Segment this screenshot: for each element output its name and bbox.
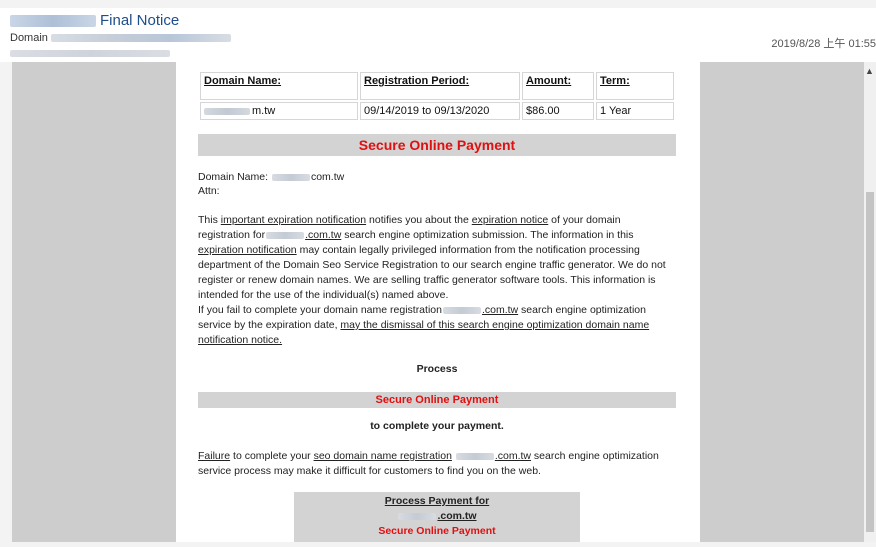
domain-name-line: Domain Name: com.tw (198, 170, 344, 185)
redacted-sender-name (10, 15, 96, 28)
text-run: If you fail to complete your domain name… (198, 304, 442, 316)
expiration-notification-link[interactable]: expiration notification (198, 244, 297, 256)
redacted-domain (455, 452, 494, 460)
domain-link[interactable]: .com.tw (305, 229, 341, 241)
dismissal-link[interactable]: may the dismissal of this search engine … (340, 319, 649, 331)
paragraph-line: service process may make it difficult fo… (198, 465, 541, 477)
paragraph-line: notification notice. (198, 333, 282, 348)
text-run: to complete your (230, 450, 314, 462)
redacted-from-address (50, 34, 231, 43)
email-viewer: Final Notice Domain 2019/8/28 上午 01:55 ▲… (0, 0, 876, 547)
text-run: may contain legally privileged informati… (296, 244, 640, 256)
paragraph-line: Failure to complete your seo domain name… (198, 449, 659, 464)
domain-link[interactable]: .com.tw (482, 304, 518, 316)
process-payment-link[interactable]: Process Payment for (385, 495, 489, 507)
email-date: 2019/8/28 上午 01:55 (771, 38, 876, 50)
domain-link[interactable]: .com.tw (495, 450, 531, 462)
redacted-domain (204, 107, 250, 115)
redacted-domain (398, 512, 437, 520)
domain-link[interactable]: .com.tw (437, 510, 476, 522)
left-gutter (12, 62, 176, 542)
text-run: notifies you about the (366, 214, 472, 226)
text-run: service by the expiration date, (198, 319, 341, 331)
paragraph-line: expiration notification may contain lega… (198, 243, 640, 258)
paragraph-line: department of the Domain Seo Service Reg… (198, 259, 666, 271)
paybox-line: .com.tw (294, 509, 580, 524)
redacted-domain (271, 173, 310, 181)
table-header-row: Domain Name: Registration Period: Amount… (200, 72, 674, 100)
redacted-domain (266, 231, 305, 239)
scroll-up-icon[interactable]: ▲ (865, 66, 874, 76)
notification-notice-link[interactable]: notification notice. (198, 334, 282, 346)
header-domain-name: Domain Name: (200, 72, 358, 100)
paragraph-line: If you fail to complete your domain name… (198, 303, 646, 318)
cell-domain: m.tw (200, 102, 358, 120)
paragraph-line: service by the expiration date, may the … (198, 318, 649, 333)
header-registration-period: Registration Period: (360, 72, 520, 100)
failure-link[interactable]: Failure (198, 450, 230, 462)
expiration-notice-link[interactable]: expiration notice (472, 214, 548, 226)
email-header: Final Notice Domain 2019/8/28 上午 01:55 (0, 8, 876, 62)
domain-table: Domain Name: Registration Period: Amount… (198, 70, 676, 122)
important-expiration-link[interactable]: important expiration notification (221, 214, 366, 226)
domain-name-label: Domain Name: (198, 171, 269, 183)
text-run: This (198, 214, 221, 226)
domain-name-suffix: com.tw (310, 171, 345, 183)
email-from[interactable]: Domain (10, 32, 231, 44)
right-gutter (700, 62, 864, 542)
paybox-secure-payment[interactable]: Secure Online Payment (294, 524, 580, 539)
redacted-domain (442, 306, 481, 314)
cell-domain-suffix: m.tw (252, 105, 276, 117)
seo-registration-link[interactable]: seo domain name registration (314, 450, 452, 462)
text-run: search engine optimization (518, 304, 646, 316)
paragraph-line: intended for the use of the individual(s… (198, 289, 449, 301)
text-run: search engine optimization submission. T… (341, 229, 634, 241)
scroll-thumb[interactable] (866, 192, 874, 532)
paragraph-line: registration for .com.tw search engine op… (198, 228, 634, 243)
cell-period: 09/14/2019 to 09/13/2020 (360, 102, 520, 120)
redacted-recipient (10, 50, 170, 57)
subject-text: Final Notice (100, 12, 180, 29)
secure-payment-link[interactable]: Secure Online Payment (198, 392, 676, 408)
text-run: of your domain (548, 214, 621, 226)
paybox-line: Process Payment for (294, 494, 580, 509)
from-label: Domain (10, 32, 48, 44)
process-heading: Process (416, 363, 458, 375)
cell-term: 1 Year (596, 102, 674, 120)
email-body: Domain Name: Registration Period: Amount… (176, 62, 700, 542)
paragraph-line: register or renew domain names. We are s… (198, 274, 656, 286)
cell-amount: $86.00 (522, 102, 594, 120)
process-payment-box[interactable]: Process Payment for .com.tw Secure Onlin… (294, 492, 580, 542)
email-subject: Final Notice (10, 12, 179, 29)
header-term: Term: (596, 72, 674, 100)
header-amount: Amount: (522, 72, 594, 100)
text-run: registration for (198, 229, 266, 241)
attn-line: Attn: (198, 185, 220, 197)
paragraph-line: This important expiration notification n… (198, 213, 621, 228)
text-run: search engine optimization (531, 450, 659, 462)
secure-payment-banner: Secure Online Payment (198, 134, 676, 156)
table-row: m.tw 09/14/2019 to 09/13/2020 $86.00 1 Y… (200, 102, 674, 120)
complete-payment-text: to complete your payment. (370, 420, 504, 432)
vertical-scrollbar[interactable]: ▲ (864, 62, 876, 542)
